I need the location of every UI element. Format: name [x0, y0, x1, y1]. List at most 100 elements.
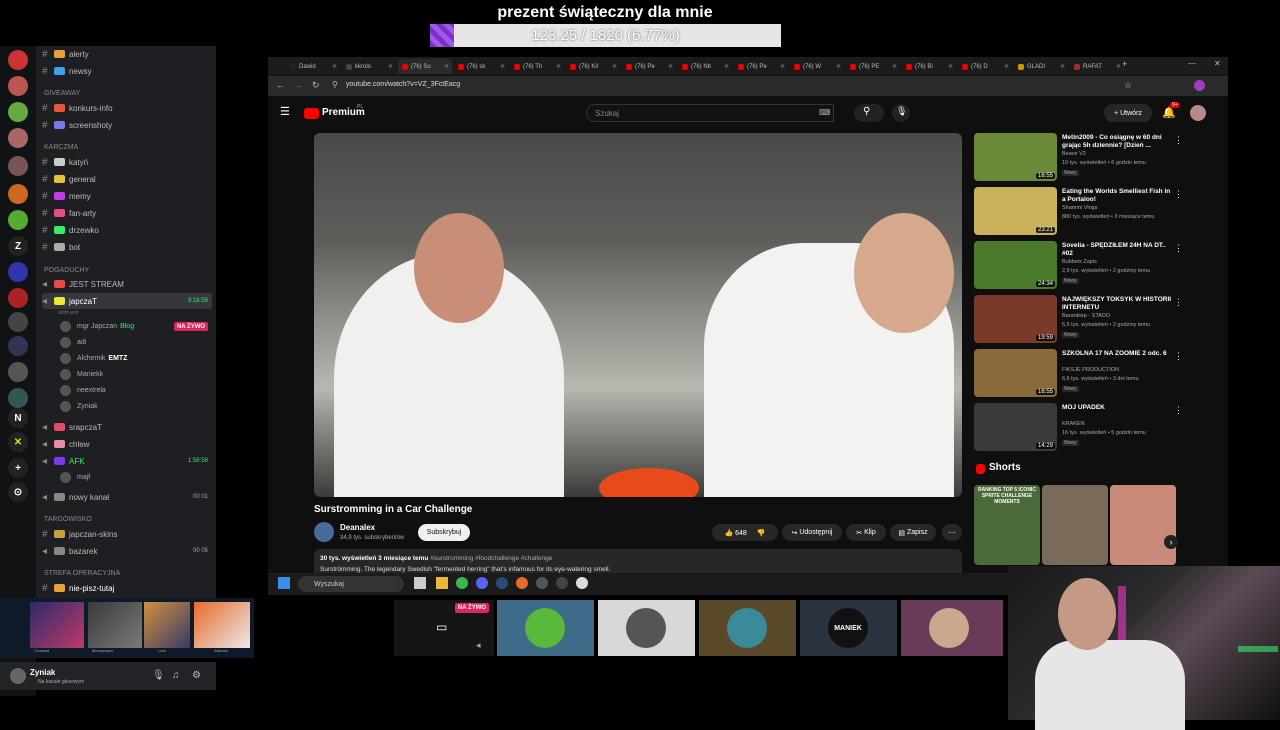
server-icon[interactable]: [8, 288, 28, 308]
avatar[interactable]: [10, 668, 26, 684]
gear-icon[interactable]: ⚙: [192, 670, 201, 681]
browser-tab[interactable]: (76) Kil ✕: [566, 59, 620, 74]
video-thumbnail[interactable]: 14:29: [974, 403, 1057, 451]
browser-tab[interactable]: (76) Nb ✕: [678, 59, 732, 74]
youtube-logo-icon[interactable]: [304, 108, 319, 119]
stream-tile[interactable]: [699, 600, 796, 656]
recommendation-item[interactable]: 16:55 SZKOLNA 17 NA ZOOMIE 2 odc. 6 FIKS…: [974, 349, 1184, 399]
recommendation-item[interactable]: 24:34 Sovelia - SPĘDZIŁEM 24H NA DT.. #0…: [974, 241, 1184, 291]
category-giveaway[interactable]: GIVEAWAY: [44, 90, 80, 97]
server-icon[interactable]: [8, 102, 28, 122]
site-info-icon[interactable]: ⚲: [332, 80, 338, 89]
more-vertical-icon[interactable]: ⋮: [1174, 135, 1183, 146]
new-tab-button[interactable]: +: [1122, 59, 1127, 69]
recommendation-channel[interactable]: Beave V2: [1062, 151, 1086, 157]
stream-tile[interactable]: [497, 600, 594, 656]
voice-user[interactable]: Alchemik EMTZ: [60, 351, 127, 365]
browser-tab[interactable]: (76) Pe ✕: [734, 59, 788, 74]
voice-user[interactable]: neextrela: [60, 383, 106, 397]
stream-tile[interactable]: MANIEK: [800, 600, 897, 656]
browser-tab[interactable]: (76) D ✕: [958, 59, 1012, 74]
browser-tab[interactable]: Dawid ✕: [286, 59, 340, 74]
channel-screenshoty[interactable]: # screenshoty: [42, 117, 112, 133]
server-icon[interactable]: [8, 184, 28, 204]
steam-icon[interactable]: [496, 577, 508, 589]
minimize-button[interactable]: —: [1188, 59, 1196, 68]
obs-icon[interactable]: [556, 577, 568, 589]
recommendation-item[interactable]: 14:29 MÓJ UPADEK KRAKEN 16 tys. wyświetl…: [974, 403, 1184, 453]
browser-tab[interactable]: (76) W ✕: [790, 59, 844, 74]
save-button[interactable]: ▤ Zapisz: [890, 524, 936, 541]
voice-user[interactable]: adi: [60, 335, 86, 349]
avatar[interactable]: [1190, 105, 1206, 121]
stream-tile[interactable]: [901, 600, 1003, 656]
browser-tab[interactable]: GLADI ✕: [1014, 59, 1068, 74]
chrome-icon[interactable]: [456, 577, 468, 589]
taskbar-search-input[interactable]: Wyszukaj: [298, 576, 404, 592]
search-button[interactable]: ⚲: [854, 104, 884, 122]
share-button[interactable]: ↪ Udostępnij: [782, 524, 842, 541]
subscribe-button[interactable]: Subskrybuj: [418, 524, 470, 541]
headphones-icon[interactable]: ♫: [172, 670, 180, 681]
dislike-icon[interactable]: 👎: [757, 529, 766, 537]
recommendation-channel[interactable]: KRAKEN: [1062, 421, 1085, 427]
voice-channel-afk[interactable]: ◂ AFK 1:58:58: [42, 453, 212, 469]
video-thumbnail[interactable]: 23:21: [974, 187, 1057, 235]
microphone-icon[interactable]: 🎙: [152, 670, 165, 681]
url-field[interactable]: youtube.com/watch?v=VZ_3FctEacg: [346, 81, 460, 88]
channel-nie-pisz-tutaj[interactable]: # nie-pisz-tutaj: [42, 580, 114, 596]
recommendation-title[interactable]: Sovelia - SPĘDZIŁEM 24H NA DT.. #02: [1062, 242, 1172, 258]
voice-user[interactable]: majf: [60, 470, 90, 484]
server-icon[interactable]: [8, 50, 28, 70]
browser-tab[interactable]: RAFAT ✕: [1070, 59, 1124, 74]
server-icon[interactable]: N: [8, 408, 28, 428]
channel-avatar[interactable]: [314, 522, 334, 542]
more-vertical-icon[interactable]: ⋮: [1174, 297, 1183, 308]
more-vertical-icon[interactable]: ⋮: [1174, 351, 1183, 362]
browser-tab[interactable]: (76) Pe ✕: [622, 59, 676, 74]
browser-tab[interactable]: kkrolo ✕: [342, 59, 396, 74]
clip-button[interactable]: ✂ Klip: [846, 524, 886, 541]
more-vertical-icon[interactable]: ⋮: [1174, 189, 1183, 200]
browser-tab[interactable]: (76) Th ✕: [510, 59, 564, 74]
voice-channel-chlew[interactable]: ◂ chlew: [42, 436, 89, 452]
server-icon[interactable]: [8, 336, 28, 356]
browser-tab[interactable]: (76) sk ✕: [454, 59, 508, 74]
channel-name[interactable]: Deanalex: [340, 523, 375, 532]
description-tags[interactable]: #surstromming #foodchallenge #challenge: [430, 555, 552, 562]
add-server-icon[interactable]: +: [8, 458, 28, 478]
category-pogaduchy[interactable]: POGADUCHY: [44, 267, 89, 274]
task-view-icon[interactable]: [414, 577, 426, 589]
more-actions-button[interactable]: ⋯: [942, 524, 962, 541]
channel-alerty[interactable]: # alerty: [42, 46, 89, 62]
discover-icon[interactable]: ⊙: [8, 482, 28, 502]
voice-channel-jest-stream[interactable]: ◂ JEST STREAM: [42, 276, 124, 292]
file-explorer-icon[interactable]: [436, 577, 448, 589]
recommendation-channel[interactable]: Shammi Vlogs: [1062, 205, 1097, 211]
server-icon[interactable]: [8, 76, 28, 96]
voice-user[interactable]: mgr Japczan Błog: [60, 319, 134, 333]
keyboard-icon[interactable]: ⌨: [819, 108, 831, 117]
server-icon[interactable]: [8, 128, 28, 148]
discord-icon[interactable]: [476, 577, 488, 589]
server-icon[interactable]: [8, 262, 28, 282]
search-input[interactable]: Szukaj ⌨: [586, 104, 834, 122]
channel-drzewko[interactable]: # drzewko: [42, 222, 99, 238]
more-vertical-icon[interactable]: ⋮: [1174, 243, 1183, 254]
recommendation-title[interactable]: MÓJ UPADEK: [1062, 404, 1172, 412]
voice-user[interactable]: Maniekk: [60, 367, 103, 381]
category-karczma[interactable]: KARCZMA: [44, 144, 78, 151]
server-icon[interactable]: [8, 156, 28, 176]
voice-channel-nowy-kanal[interactable]: ◂ nowy kanał 00 01: [42, 489, 212, 505]
back-icon[interactable]: ←: [276, 80, 285, 90]
chevron-right-icon[interactable]: ›: [1164, 535, 1178, 549]
category-strefa-operacyjna[interactable]: STREFA OPERACYJNA: [44, 570, 120, 577]
short-thumbnail[interactable]: RANKING TOP 5 ICONIC SPRITE CHALLENGE MO…: [974, 485, 1040, 565]
video-thumbnail[interactable]: 16:55: [974, 349, 1057, 397]
recommendation-title[interactable]: Eating the Worlds Smelliest Fish in a Po…: [1062, 188, 1172, 204]
video-thumbnail[interactable]: 24:34: [974, 241, 1057, 289]
server-icon[interactable]: [8, 312, 28, 332]
like-button[interactable]: 👍 648: [724, 529, 746, 537]
channel-memy[interactable]: # memy: [42, 188, 91, 204]
video-thumbnail[interactable]: 19:59: [974, 295, 1057, 343]
